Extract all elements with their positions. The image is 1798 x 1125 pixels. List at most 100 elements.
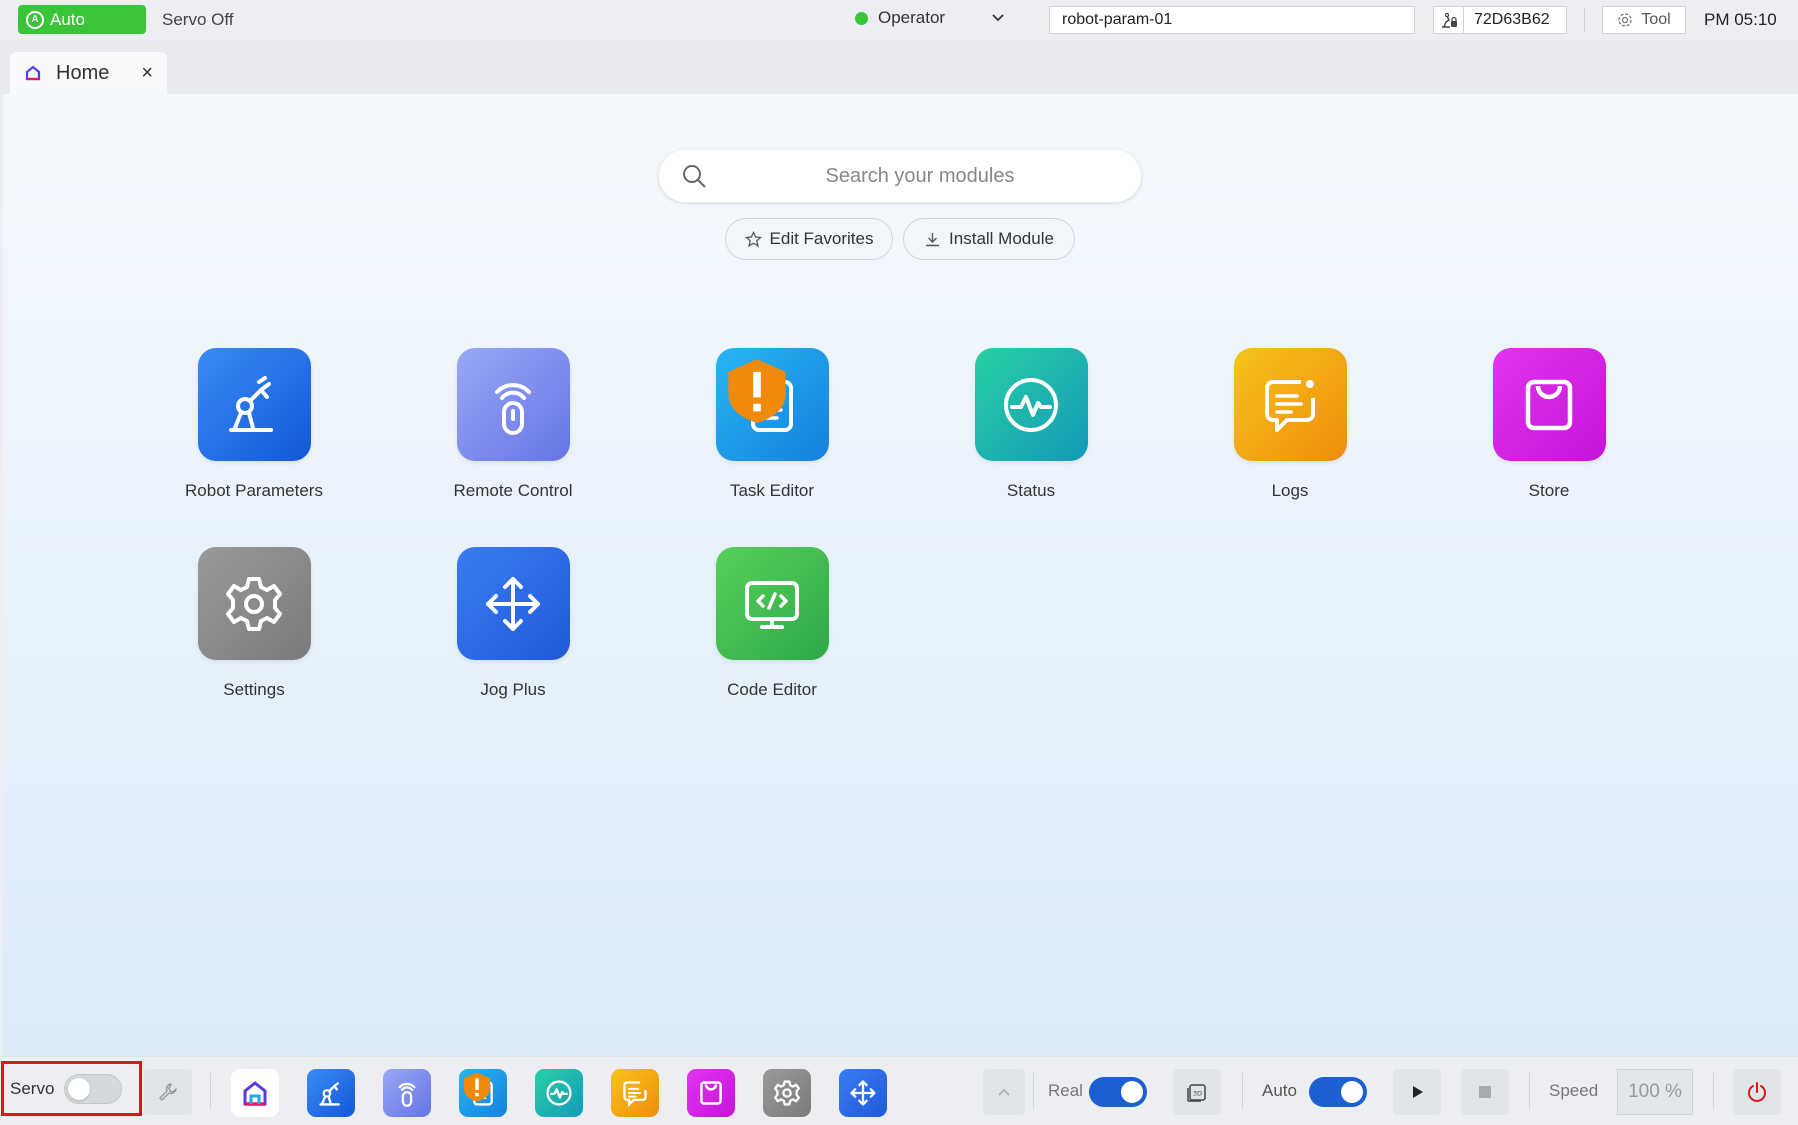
power-button[interactable]	[1733, 1069, 1781, 1115]
toggle-knob	[68, 1077, 91, 1100]
view-3d-button[interactable]: 3D	[1173, 1069, 1221, 1115]
servo-label: Servo	[10, 1078, 55, 1098]
wrench-button[interactable]	[144, 1069, 192, 1115]
speed-label: Speed	[1549, 1081, 1599, 1100]
tool-label: Tool	[1641, 11, 1671, 28]
dock-store[interactable]	[687, 1069, 735, 1117]
warning-icon	[727, 359, 786, 423]
divider	[210, 1073, 211, 1109]
module-label: Task Editor	[729, 481, 815, 500]
remote-control-icon	[398, 1082, 416, 1107]
serial-number-box[interactable]: 72D63B62	[1433, 6, 1567, 34]
mode-badge[interactable]: A Auto	[18, 5, 146, 34]
top-status-bar: A Auto Servo Off Operator robot-param-01…	[0, 0, 1798, 40]
svg-text:3D: 3D	[1193, 1090, 1202, 1098]
toggle-knob	[1341, 1081, 1363, 1103]
module-label: Code Editor	[727, 680, 817, 699]
play-button[interactable]	[1393, 1069, 1441, 1115]
task-editor-icon	[715, 348, 829, 461]
real-label: Real	[1048, 1081, 1083, 1100]
module-jog-plus[interactable]: Jog Plus	[413, 547, 613, 700]
jog-arrows-icon	[456, 547, 570, 660]
module-robot-parameters[interactable]: Robot Parameters	[154, 348, 354, 501]
dock-task-editor[interactable]	[459, 1069, 507, 1117]
module-remote-control[interactable]: Remote Control	[413, 348, 613, 501]
expand-up-button[interactable]	[983, 1069, 1025, 1115]
divider	[1529, 1073, 1530, 1109]
serial-number: 72D63B62	[1474, 11, 1550, 28]
wrench-icon	[159, 1083, 177, 1101]
remote-control-icon	[456, 348, 570, 461]
divider	[1713, 1073, 1714, 1109]
online-status-dot	[855, 11, 868, 25]
divider	[1584, 8, 1585, 32]
dock-logs[interactable]	[611, 1069, 659, 1117]
warning-icon	[463, 1072, 491, 1102]
chevron-up-icon	[998, 1088, 1010, 1096]
module-label: Status	[1006, 481, 1056, 500]
auto-mode-icon: A	[26, 10, 44, 29]
module-logs[interactable]: Logs	[1190, 348, 1390, 501]
edit-favorites-label: Edit Favorites	[769, 229, 874, 248]
servo-status-text: Servo Off	[162, 10, 234, 29]
role-label: Operator	[878, 8, 946, 27]
dock-remote-control[interactable]	[383, 1069, 431, 1117]
dock-settings[interactable]	[763, 1069, 811, 1117]
module-status[interactable]: Status	[931, 348, 1131, 501]
status-pulse-icon	[974, 348, 1088, 461]
status-pulse-icon	[546, 1080, 572, 1106]
divider	[1033, 1073, 1034, 1109]
bottom-taskbar: Servo Real 3D Auto Speed 100 %	[0, 1056, 1798, 1125]
auto-toggle[interactable]	[1309, 1077, 1367, 1107]
module-settings[interactable]: Settings	[154, 547, 354, 700]
store-bag-icon	[1492, 348, 1606, 461]
module-store[interactable]: Store	[1449, 348, 1649, 501]
tool-button[interactable]: Tool	[1602, 6, 1686, 34]
chevron-down-icon	[992, 14, 1004, 22]
module-label: Settings	[223, 680, 285, 699]
dock-home[interactable]	[231, 1069, 279, 1117]
gear-icon	[1618, 13, 1632, 27]
mode-label: Auto	[50, 9, 85, 29]
auto-label: Auto	[1262, 1081, 1297, 1100]
jog-arrows-icon	[850, 1080, 876, 1106]
power-icon	[1748, 1082, 1766, 1102]
edit-favorites-button[interactable]: Edit Favorites	[725, 218, 893, 260]
search-icon	[683, 165, 706, 188]
install-module-button[interactable]: Install Module	[903, 218, 1075, 260]
module-label: Remote Control	[453, 481, 573, 500]
logs-chat-icon	[623, 1081, 647, 1108]
download-icon	[926, 232, 940, 246]
install-module-label: Install Module	[949, 229, 1054, 248]
search-input[interactable]	[659, 164, 1141, 188]
servo-toggle[interactable]	[64, 1073, 123, 1104]
robot-param-field[interactable]: robot-param-01	[1049, 6, 1415, 34]
play-icon	[1413, 1086, 1423, 1098]
star-icon	[744, 230, 762, 247]
module-label: Logs	[1271, 481, 1309, 500]
module-code-editor[interactable]: Code Editor	[672, 547, 872, 700]
divider	[1242, 1073, 1243, 1109]
stop-button[interactable]	[1461, 1069, 1509, 1115]
module-task-editor[interactable]: Task Editor	[672, 348, 872, 501]
tab-label: Home	[56, 61, 110, 84]
3d-view-icon: 3D	[1187, 1084, 1206, 1102]
dock-jog-plus[interactable]	[839, 1069, 887, 1117]
settings-gear-icon	[773, 1080, 801, 1106]
speed-value-field[interactable]: 100 %	[1617, 1069, 1693, 1115]
real-toggle[interactable]	[1089, 1077, 1147, 1107]
home-icon	[243, 1081, 267, 1106]
dock-robot-parameters[interactable]	[307, 1069, 355, 1117]
clock: PM 05:10	[1704, 10, 1777, 29]
home-icon	[25, 65, 41, 81]
role-selector[interactable]: Operator	[855, 8, 1005, 28]
tab-home[interactable]: Home ×	[10, 52, 167, 94]
module-label: Robot Parameters	[185, 481, 323, 500]
servo-control: Servo	[1, 1061, 142, 1116]
close-icon[interactable]: ×	[141, 62, 153, 85]
tab-bar: Home ×	[0, 40, 1798, 94]
module-label: Store	[1528, 481, 1570, 500]
code-editor-icon	[715, 547, 829, 660]
settings-gear-icon	[197, 547, 311, 660]
dock-status[interactable]	[535, 1069, 583, 1117]
